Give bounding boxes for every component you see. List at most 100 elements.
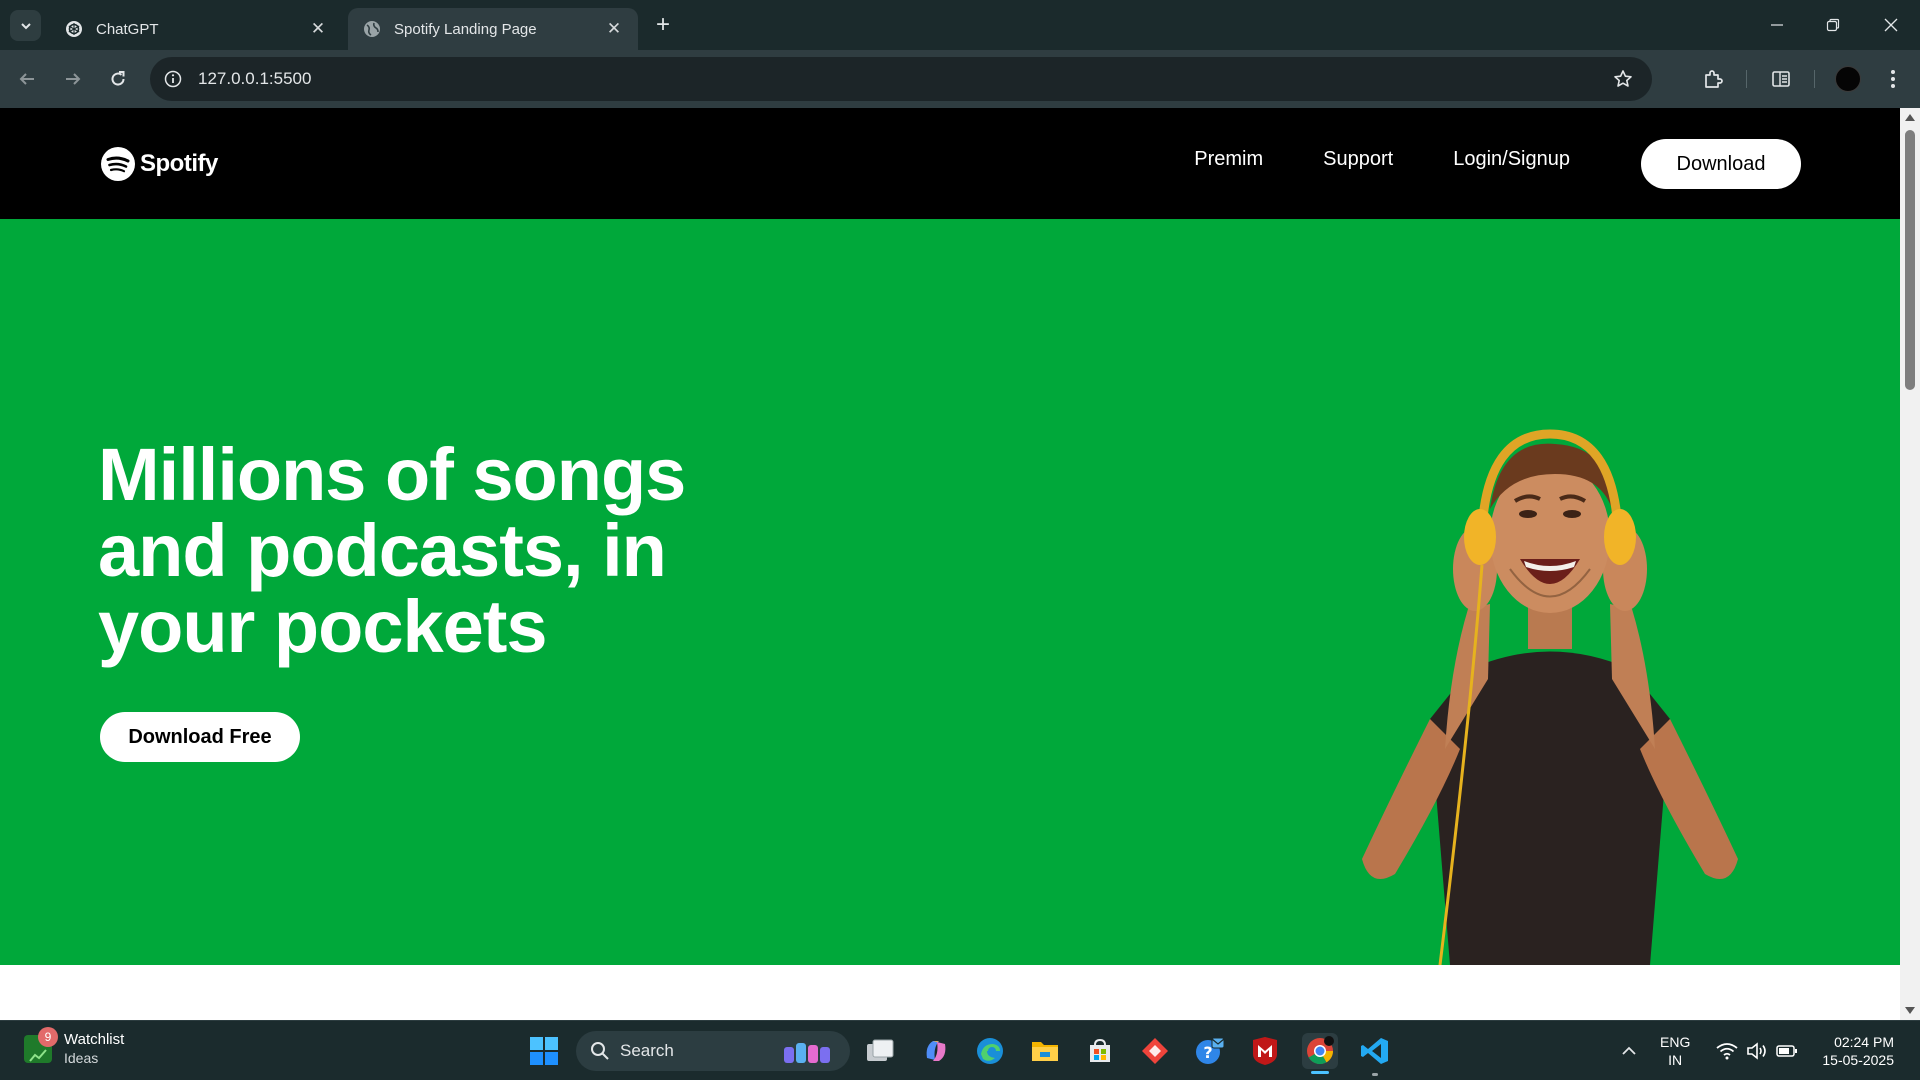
show-hidden-icons-button[interactable]	[1614, 1033, 1644, 1069]
tab-spotify-landing-page[interactable]: Spotify Landing Page ✕	[348, 8, 638, 50]
restore-button[interactable]	[1818, 10, 1848, 40]
bookmark-star-icon[interactable]	[1608, 64, 1638, 94]
back-button[interactable]	[12, 64, 42, 94]
search-icon	[591, 1042, 609, 1060]
scroll-thumb[interactable]	[1905, 130, 1915, 390]
file-explorer-button[interactable]	[1027, 1033, 1063, 1069]
toolbar-separator	[1746, 70, 1747, 88]
windows-taskbar: 9 Watchlist Ideas Search ? ENG IN 02:24 …	[0, 1020, 1920, 1080]
edge-button[interactable]	[972, 1033, 1008, 1069]
page-scrollbar[interactable]	[1900, 108, 1920, 1020]
tab-title: Spotify Landing Page	[394, 20, 537, 38]
reload-button[interactable]	[103, 64, 133, 94]
browser-menu-button[interactable]	[1878, 64, 1908, 94]
puzzle-icon	[1705, 70, 1723, 88]
volume-icon	[1747, 1042, 1766, 1060]
nav-link-premium[interactable]: Premim	[1194, 148, 1263, 171]
svg-text:?: ?	[1203, 1043, 1212, 1062]
reading-list-button[interactable]	[1766, 64, 1796, 94]
task-view-icon	[867, 1039, 894, 1061]
vscode-button[interactable]	[1357, 1033, 1393, 1069]
download-free-button[interactable]: Download Free	[100, 712, 300, 762]
extensions-button[interactable]	[1698, 64, 1728, 94]
hero-headline: Millions of songs and podcasts, in your …	[98, 433, 686, 668]
system-clock[interactable]: 02:24 PM 15-05-2025	[1814, 1033, 1894, 1069]
toolbar-separator	[1814, 70, 1815, 88]
logo-text: Spotify	[140, 150, 218, 177]
mcafee-button[interactable]	[1247, 1033, 1283, 1069]
chatgpt-icon	[64, 19, 84, 39]
site-info-icon[interactable]	[158, 64, 188, 94]
minimize-button[interactable]	[1762, 10, 1792, 40]
help-button[interactable]: ?	[1192, 1033, 1228, 1069]
scroll-down-icon[interactable]	[1905, 1007, 1915, 1014]
clock-date: 15-05-2025	[1822, 1052, 1894, 1068]
restore-icon	[1826, 18, 1840, 32]
tab-chatgpt[interactable]: ChatGPT ✕	[50, 8, 342, 50]
arrow-right-icon	[66, 73, 81, 85]
language-indicator[interactable]: ENG IN	[1660, 1033, 1690, 1069]
widget-subtitle: Ideas	[64, 1050, 99, 1066]
arrow-left-icon	[19, 73, 34, 85]
tab-strip: ChatGPT ✕ Spotify Landing Page ✕ +	[0, 0, 1920, 50]
globe-icon	[362, 19, 382, 39]
chrome-icon	[1307, 1036, 1334, 1065]
browser-toolbar: 127.0.0.1:5500	[0, 50, 1920, 108]
chart-widget-icon: 9	[24, 1027, 58, 1063]
hero-section: Millions of songs and podcasts, in your …	[0, 219, 1900, 965]
notification-badge: 9	[38, 1027, 58, 1047]
close-window-button[interactable]	[1876, 10, 1906, 40]
url-text[interactable]: 127.0.0.1:5500	[198, 69, 1608, 89]
reading-list-icon	[1772, 71, 1790, 87]
widget-title: Watchlist	[64, 1031, 125, 1048]
anydesk-icon	[1142, 1038, 1168, 1064]
battery-icon	[1776, 1045, 1797, 1057]
close-tab-icon[interactable]: ✕	[308, 19, 328, 39]
nav-link-login-signup[interactable]: Login/Signup	[1453, 148, 1570, 171]
mcafee-icon	[1253, 1037, 1277, 1065]
scroll-up-icon[interactable]	[1905, 114, 1915, 121]
close-tab-icon[interactable]: ✕	[604, 19, 624, 39]
copilot-icon	[926, 1041, 946, 1061]
minimize-icon	[1771, 24, 1783, 26]
store-icon	[1090, 1038, 1110, 1062]
spotify-icon	[101, 147, 135, 181]
vscode-open-indicator	[1372, 1073, 1378, 1076]
vscode-icon	[1361, 1038, 1388, 1064]
address-bar[interactable]: 127.0.0.1:5500	[150, 57, 1652, 101]
edge-icon	[977, 1038, 1003, 1064]
region-code: IN	[1668, 1052, 1683, 1068]
reload-icon	[111, 71, 125, 86]
new-tab-button[interactable]: +	[650, 11, 676, 38]
tab-title: ChatGPT	[96, 20, 159, 38]
profile-avatar[interactable]	[1835, 66, 1861, 92]
spotify-logo[interactable]: Spotify	[100, 146, 218, 182]
language-code: ENG	[1660, 1034, 1691, 1050]
anydesk-button[interactable]	[1137, 1033, 1173, 1069]
chevron-down-icon	[20, 22, 31, 29]
search-highlight-icon	[784, 1043, 830, 1063]
microsoft-store-button[interactable]	[1082, 1033, 1118, 1069]
close-icon	[1884, 18, 1898, 32]
copilot-button[interactable]	[918, 1033, 954, 1069]
start-button[interactable]	[526, 1033, 562, 1069]
download-button[interactable]: Download	[1641, 139, 1801, 189]
widget-watchlist[interactable]: 9 Watchlist Ideas	[24, 1027, 125, 1067]
quick-settings-button[interactable]	[1712, 1033, 1802, 1069]
forward-button[interactable]	[58, 64, 88, 94]
nav-links: Premim Support Login/Signup	[1194, 148, 1570, 171]
tab-search-button[interactable]	[10, 10, 41, 41]
chevron-up-icon	[1622, 1046, 1636, 1055]
chrome-button[interactable]	[1302, 1033, 1338, 1069]
taskbar-search[interactable]: Search	[576, 1031, 850, 1071]
folder-icon	[1032, 1042, 1058, 1061]
windows-icon	[530, 1037, 558, 1065]
hero-person-image	[1362, 429, 1738, 965]
search-label: Search	[620, 1041, 674, 1060]
site-navbar: Spotify Premim Support Login/Signup Down…	[0, 108, 1900, 219]
chrome-active-indicator	[1311, 1071, 1329, 1074]
nav-link-support[interactable]: Support	[1323, 148, 1393, 171]
task-view-button[interactable]	[862, 1033, 898, 1069]
page-viewport: Spotify Premim Support Login/Signup Down…	[0, 108, 1900, 1020]
clock-time: 02:24 PM	[1834, 1034, 1894, 1050]
